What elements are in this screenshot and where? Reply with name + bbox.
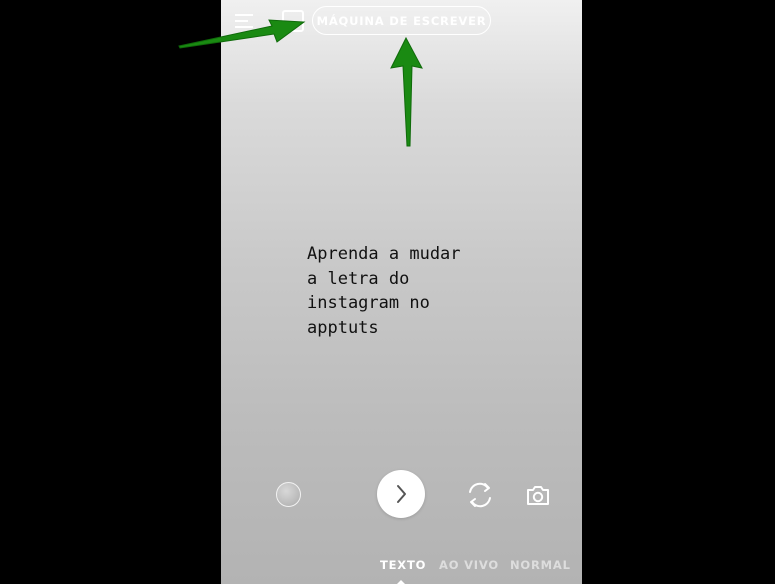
- camera-icon[interactable]: [526, 484, 550, 506]
- font-style-button[interactable]: MÁQUINA DE ESCREVER: [312, 6, 491, 35]
- story-editor-canvas[interactable]: MÁQUINA DE ESCREVER Aprenda a mudar a le…: [221, 0, 582, 584]
- align-lines-icon[interactable]: [235, 13, 255, 29]
- text-background-icon[interactable]: [282, 10, 304, 32]
- camera-flip-icon[interactable]: [464, 480, 496, 510]
- mode-ao-vivo[interactable]: AO VIVO: [439, 558, 499, 572]
- mode-selector: TEXTO AO VIVO NORMAL: [221, 558, 582, 578]
- mode-normal[interactable]: NORMAL: [510, 558, 571, 572]
- screenshot-stage: MÁQUINA DE ESCREVER Aprenda a mudar a le…: [0, 0, 775, 584]
- color-circle-icon[interactable]: [276, 482, 301, 507]
- next-button[interactable]: [377, 470, 425, 518]
- font-style-label: MÁQUINA DE ESCREVER: [316, 13, 487, 28]
- story-text[interactable]: Aprenda a mudar a letra do instagram no …: [307, 242, 547, 340]
- mode-texto[interactable]: TEXTO: [380, 558, 426, 572]
- mode-indicator-icon: [397, 580, 405, 584]
- chevron-right-icon: [397, 485, 406, 503]
